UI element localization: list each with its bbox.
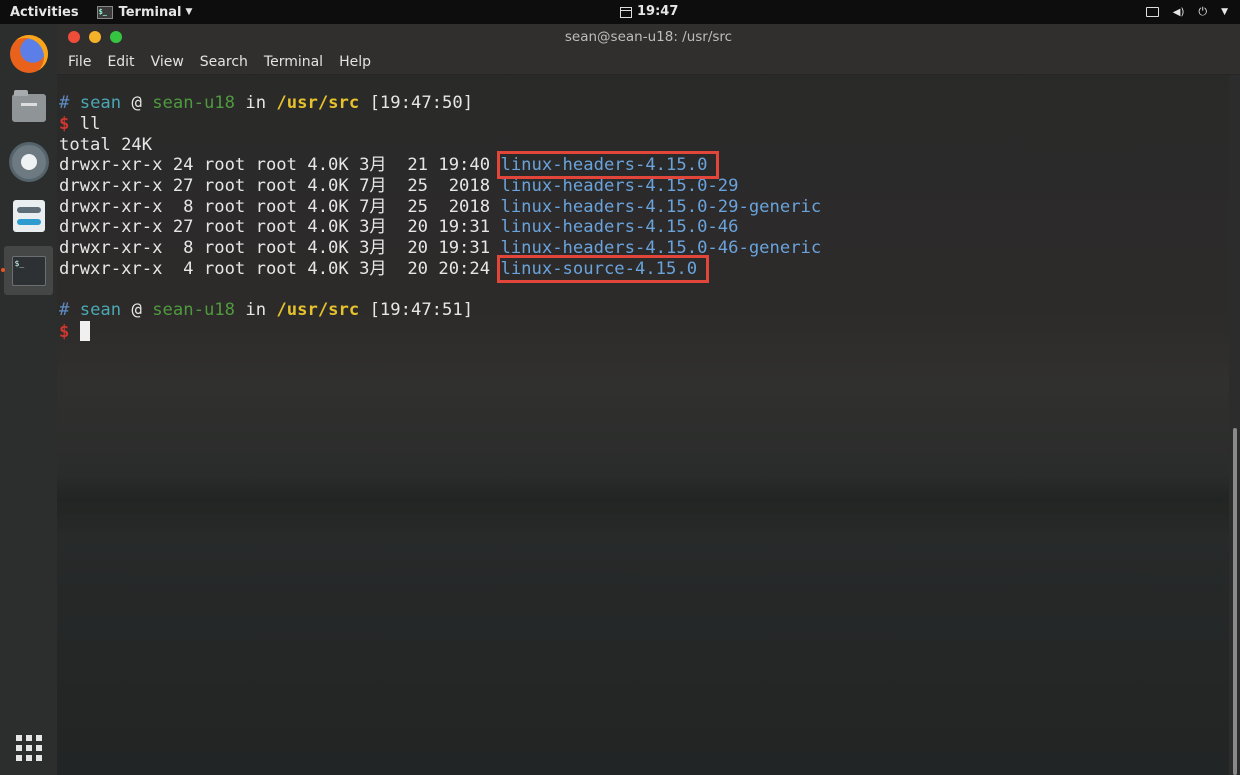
menu-help[interactable]: Help	[331, 51, 379, 73]
terminal-icon: $_	[11, 255, 46, 286]
terminal-output[interactable]: # sean @ sean-u18 in /usr/src [19:47:50]…	[57, 75, 1229, 775]
show-apps-icon[interactable]	[16, 735, 42, 761]
clock-time: 19:47	[637, 4, 679, 19]
menu-file[interactable]: File	[60, 51, 99, 73]
calendar-icon	[620, 6, 632, 18]
total-line: total 24K	[59, 135, 153, 155]
scrollbar-thumb[interactable]	[1233, 428, 1237, 775]
dock-files[interactable]	[4, 83, 53, 132]
highlight-box-linux-source	[497, 255, 709, 283]
dock-settings[interactable]	[4, 137, 53, 186]
app-menu-label: Terminal	[118, 4, 182, 20]
display-icon	[1145, 7, 1159, 17]
listing-row: drwxr-xr-x 27 root root 4.0K 3月 20 19:31…	[59, 217, 739, 237]
dock-tweaks[interactable]	[4, 191, 53, 240]
listing-row: drwxr-xr-x 27 root root 4.0K 7月 25 2018 …	[59, 176, 739, 196]
background-shore	[57, 475, 1229, 535]
top-bar: Activities $_ Terminal ▼ 19:47 ◀) ⏻ ▼	[0, 0, 1240, 24]
window-title: sean@sean-u18: /usr/src	[564, 29, 733, 45]
menu-view[interactable]: View	[143, 51, 192, 73]
text-cursor	[79, 321, 90, 341]
input-line[interactable]: $	[59, 321, 90, 342]
settings-icon	[11, 144, 46, 179]
menu-search[interactable]: Search	[192, 51, 256, 73]
power-icon: ⏻	[1198, 5, 1208, 18]
clock[interactable]: 19:47	[620, 0, 678, 24]
chevron-down-icon: ▼	[185, 7, 193, 17]
menu-bar: File Edit View Search Terminal Help	[57, 50, 1240, 75]
terminal-app-icon: $_	[96, 5, 113, 19]
firefox-icon	[9, 34, 48, 73]
prompt-line: # sean @ sean-u18 in /usr/src [19:47:51]	[59, 300, 474, 320]
scrollbar[interactable]	[1229, 75, 1240, 775]
files-icon	[11, 89, 46, 122]
menu-terminal[interactable]: Terminal	[256, 51, 331, 73]
system-menu[interactable]: ◀) ⏻ ▼	[1145, 0, 1228, 24]
running-indicator	[1, 268, 5, 272]
dock-firefox[interactable]	[4, 29, 53, 78]
terminal-window: sean@sean-u18: /usr/src File Edit View S…	[57, 24, 1240, 775]
listing-row: drwxr-xr-x 8 root root 4.0K 7月 25 2018 l…	[59, 197, 822, 217]
chevron-down-icon: ▼	[1221, 7, 1228, 17]
activities-button[interactable]: Activities	[10, 5, 79, 20]
prompt-line: # sean @ sean-u18 in /usr/src [19:47:50]	[59, 93, 474, 113]
volume-icon: ◀)	[1172, 6, 1185, 18]
menu-edit[interactable]: Edit	[99, 51, 142, 73]
app-menu[interactable]: $_ Terminal ▼	[96, 4, 193, 20]
command-line: $ ll	[59, 114, 101, 134]
dock-terminal[interactable]: $_	[4, 246, 53, 295]
tweaks-icon	[12, 199, 45, 232]
title-bar[interactable]: sean@sean-u18: /usr/src	[57, 24, 1240, 50]
dock: $_	[0, 24, 58, 775]
highlight-box-linux-headers	[497, 151, 719, 179]
